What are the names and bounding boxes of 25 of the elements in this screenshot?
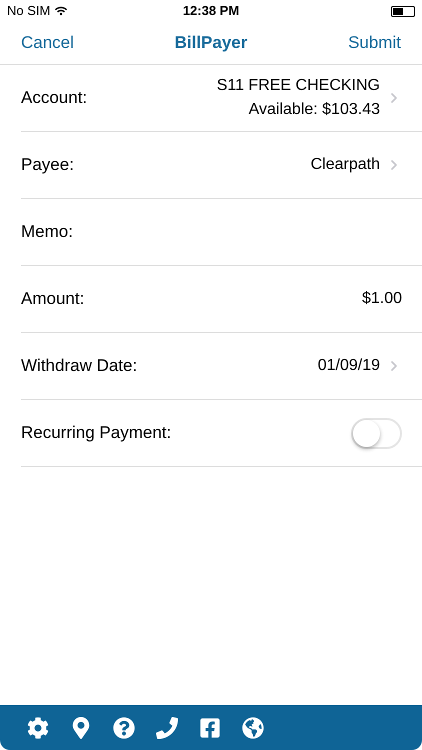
settings-icon[interactable] xyxy=(27,716,49,738)
submit-button[interactable]: Submit xyxy=(348,30,401,56)
toggle-switch[interactable] xyxy=(351,418,402,448)
cancel-button[interactable]: Cancel xyxy=(21,30,74,56)
carrier-text: No SIM xyxy=(7,2,50,20)
help-icon[interactable] xyxy=(113,716,135,738)
facebook-icon[interactable] xyxy=(199,716,221,738)
row-value: $1.00 xyxy=(362,289,402,309)
row-label: Amount: xyxy=(21,288,84,310)
row-label: Recurring Payment: xyxy=(21,422,172,444)
row-detail: Available: $103.43 xyxy=(248,100,380,120)
row-value: 01/09/19 xyxy=(318,356,380,376)
row-label: Account: xyxy=(21,87,88,110)
map-pin-icon[interactable] xyxy=(70,716,92,738)
row-value: S11 FREE CHECKING xyxy=(216,76,380,96)
row-label: Payee: xyxy=(21,154,74,176)
battery-icon xyxy=(391,6,415,16)
clock-text: 12:38 PM xyxy=(182,2,240,20)
row-label: Withdraw Date: xyxy=(21,355,138,378)
screen-title: BillPayer xyxy=(174,32,248,54)
row-label: Memo: xyxy=(21,221,73,244)
globe-icon[interactable] xyxy=(242,716,264,738)
phone-icon[interactable] xyxy=(156,716,178,738)
row-value: Clearpath xyxy=(310,155,380,175)
wifi-icon xyxy=(55,5,68,17)
